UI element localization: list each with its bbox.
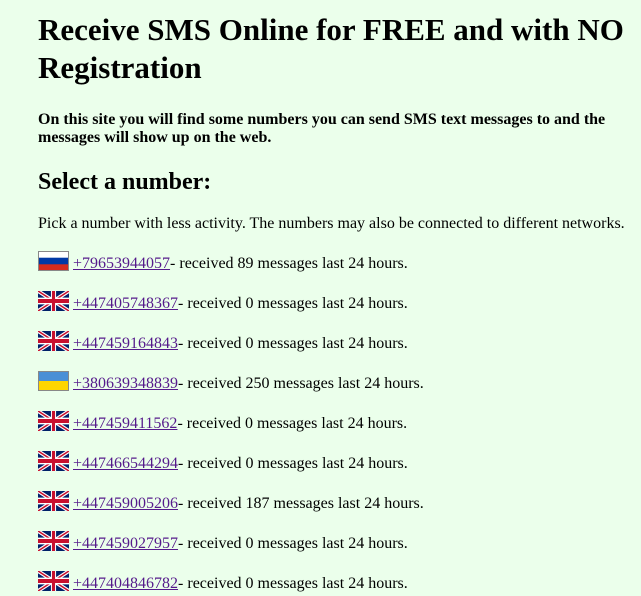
message-count-text: - received 0 messages last 24 hours. — [178, 455, 408, 472]
uk-flag-icon — [38, 331, 69, 351]
uk-flag-icon — [38, 451, 69, 471]
select-number-heading: Select a number: — [38, 169, 212, 195]
phone-number-link[interactable]: +447459005206 — [73, 495, 178, 513]
intro-text: On this site you will find some numbers … — [38, 111, 606, 146]
phone-number-link[interactable]: +447405748367 — [73, 295, 178, 313]
page: Receive SMS Online for FREE and with NO … — [0, 10, 641, 593]
number-row: +447405748367 - received 0 messages last… — [38, 291, 641, 313]
number-row: +79653944057 - received 89 messages last… — [38, 251, 641, 273]
message-count-text: - received 0 messages last 24 hours. — [178, 535, 408, 552]
message-count-text: - received 0 messages last 24 hours. — [177, 415, 408, 432]
phone-number-link[interactable]: +380639348839 — [73, 375, 178, 393]
ukraine-flag-icon — [38, 371, 69, 391]
uk-flag-icon — [38, 571, 69, 591]
number-row: +447459411562 - received 0 messages last… — [38, 411, 641, 433]
phone-number-link[interactable]: +447466544294 — [73, 455, 178, 473]
message-count-text: - received 0 messages last 24 hours. — [178, 335, 408, 352]
number-row: +447404846782 - received 0 messages last… — [38, 571, 641, 593]
message-count-text: - received 250 messages last 24 hours. — [178, 375, 424, 392]
number-row: +447459027957 - received 0 messages last… — [38, 531, 641, 553]
number-row: +380639348839 - received 250 messages la… — [38, 371, 641, 393]
russia-flag-icon — [38, 251, 69, 271]
uk-flag-icon — [38, 291, 69, 311]
message-count-text: - received 89 messages last 24 hours. — [170, 255, 408, 272]
number-row: +447466544294 - received 0 messages last… — [38, 451, 641, 473]
phone-number-link[interactable]: +447404846782 — [73, 575, 178, 593]
message-count-text: - received 0 messages last 24 hours. — [178, 575, 408, 592]
pick-instructions: Pick a number with less activity. The nu… — [38, 215, 625, 232]
phone-number-link[interactable]: +447459411562 — [73, 415, 177, 433]
message-count-text: - received 0 messages last 24 hours. — [178, 295, 408, 312]
uk-flag-icon — [38, 531, 69, 551]
message-count-text: - received 187 messages last 24 hours. — [178, 495, 424, 512]
number-list: +79653944057 - received 89 messages last… — [38, 251, 641, 593]
phone-number-link[interactable]: +79653944057 — [73, 255, 170, 273]
number-row: +447459005206 - received 187 messages la… — [38, 491, 641, 513]
number-row: +447459164843 - received 0 messages last… — [38, 331, 641, 353]
phone-number-link[interactable]: +447459164843 — [73, 335, 178, 353]
page-title: Receive SMS Online for FREE and with NO … — [38, 12, 624, 85]
phone-number-link[interactable]: +447459027957 — [73, 535, 178, 553]
uk-flag-icon — [38, 411, 69, 431]
uk-flag-icon — [38, 491, 69, 511]
